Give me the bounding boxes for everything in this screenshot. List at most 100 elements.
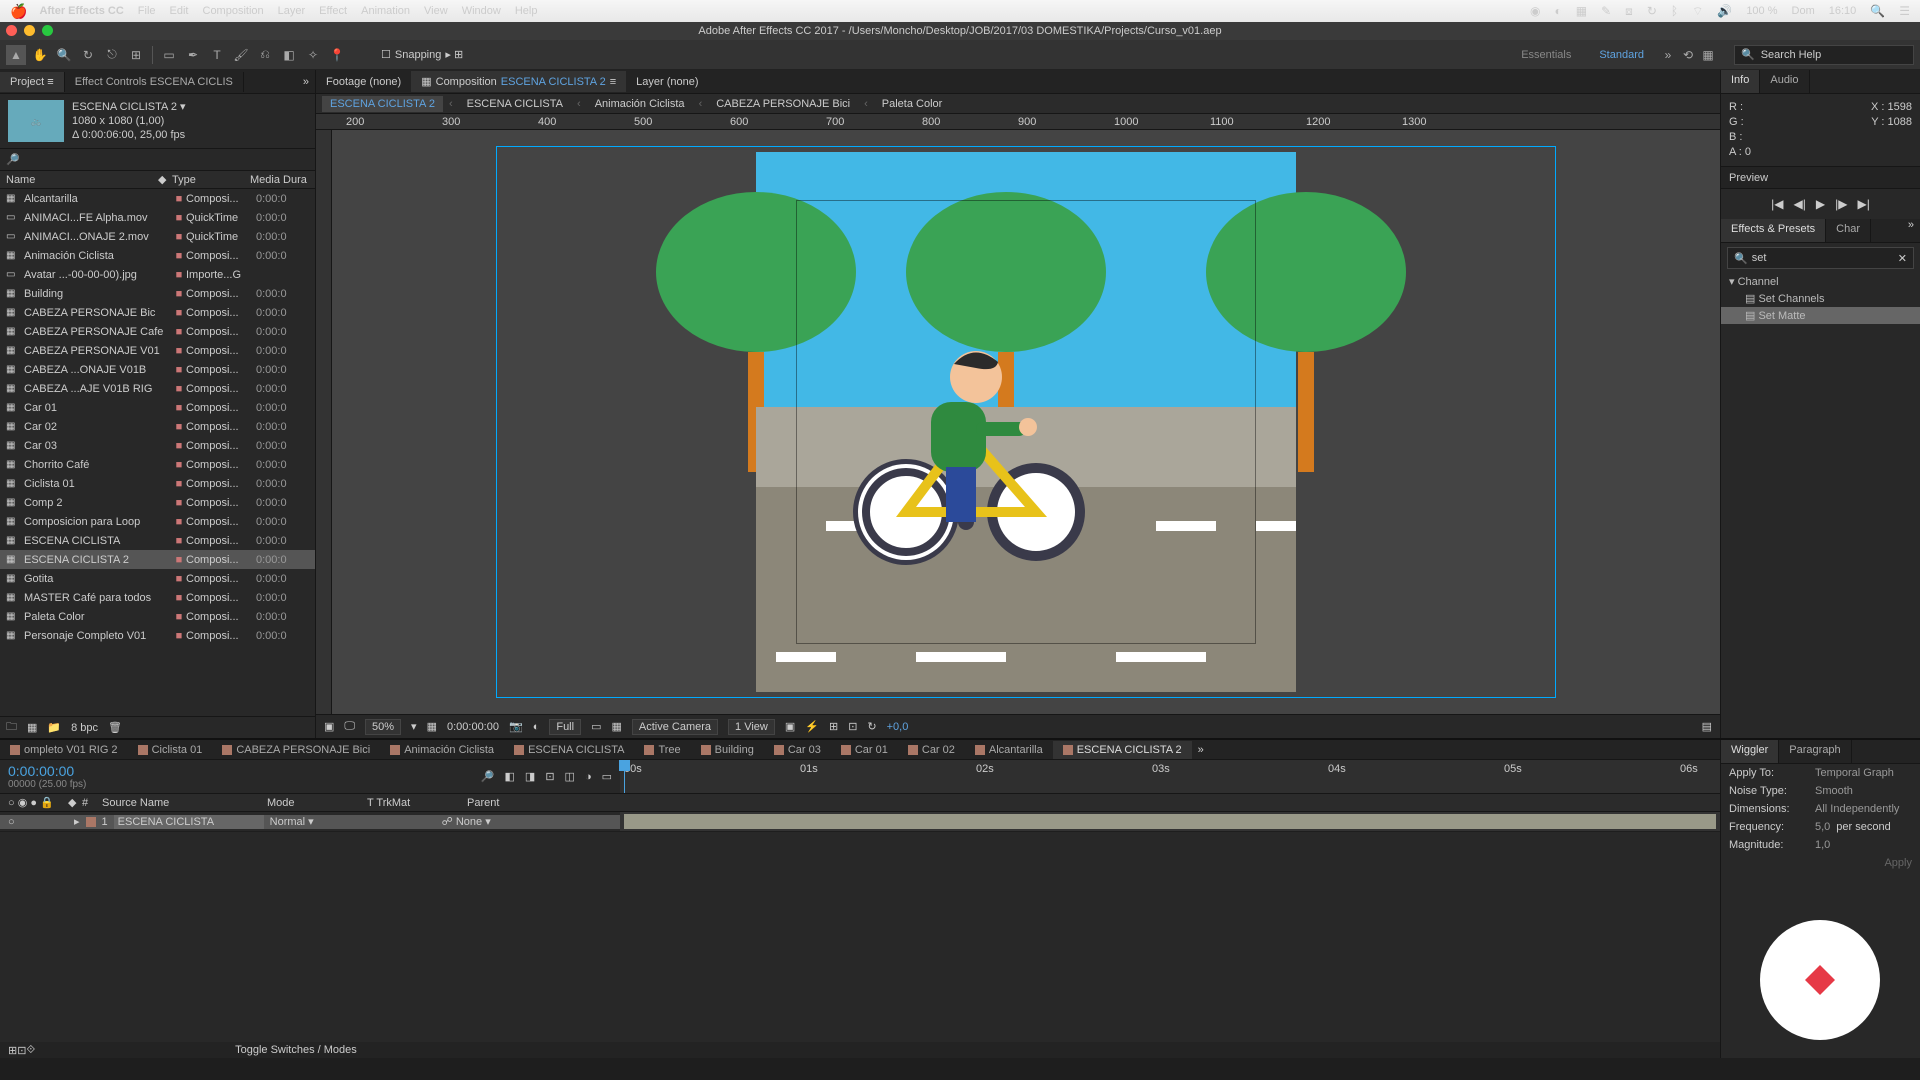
- timeline-tab-overflow-icon[interactable]: »: [1192, 744, 1210, 756]
- layer-bar[interactable]: [624, 814, 1716, 829]
- project-item[interactable]: ▦CABEZA PERSONAJE V01■Composi...0:00:0: [0, 341, 315, 360]
- menu-animation[interactable]: Animation: [361, 5, 410, 17]
- brush-tool[interactable]: 🖌: [231, 45, 251, 65]
- tl-switch2-icon[interactable]: ⊡: [17, 1044, 26, 1057]
- motion-blur-icon[interactable]: ◑: [585, 771, 592, 783]
- timeline-tab[interactable]: ESCENA CICLISTA: [504, 741, 634, 759]
- tl-opt1-icon[interactable]: ◧: [505, 770, 515, 783]
- preview-next-icon[interactable]: |▶: [1835, 197, 1847, 211]
- interpret-footage-icon[interactable]: 🗀: [6, 718, 17, 737]
- preview-first-icon[interactable]: |◀: [1771, 197, 1783, 211]
- workspace-essentials[interactable]: Essentials: [1507, 45, 1585, 65]
- col-name[interactable]: Name: [6, 174, 158, 186]
- breadcrumb-item[interactable]: ESCENA CICLISTA: [459, 96, 571, 112]
- bpc-button[interactable]: 8 bpc: [71, 722, 98, 734]
- graph-editor-icon[interactable]: ▭: [602, 770, 612, 783]
- timeline-playhead[interactable]: [624, 760, 625, 793]
- timeline-tab[interactable]: ompleto V01 RIG 2: [0, 741, 128, 759]
- project-item[interactable]: ▦CABEZA PERSONAJE Bic■Composi...0:00:0: [0, 303, 315, 322]
- layer-name[interactable]: ESCENA CICLISTA: [114, 815, 264, 829]
- new-comp-icon[interactable]: ▦: [27, 721, 37, 734]
- tl-switch1-icon[interactable]: ⊞: [8, 1044, 17, 1057]
- project-item[interactable]: ▦Gotita■Composi...0:00:0: [0, 569, 315, 588]
- snapshot-icon[interactable]: 📷: [509, 720, 523, 733]
- panel-overflow-icon[interactable]: »: [297, 76, 315, 88]
- toggle-switches[interactable]: Toggle Switches / Modes: [235, 1044, 357, 1056]
- frame-blend-icon[interactable]: ◫: [565, 770, 575, 783]
- menu-help[interactable]: Help: [515, 5, 538, 17]
- pan-behind-tool[interactable]: ⊞: [126, 45, 146, 65]
- tab-effects-presets[interactable]: Effects & Presets: [1721, 219, 1826, 242]
- project-item[interactable]: ▦Comp 2■Composi...0:00:0: [0, 493, 315, 512]
- menu-file[interactable]: File: [138, 5, 156, 17]
- workspace-standard[interactable]: Standard: [1585, 45, 1658, 65]
- preview-last-icon[interactable]: ▶|: [1857, 197, 1869, 211]
- camera-dropdown[interactable]: Active Camera: [632, 719, 718, 735]
- col-label-icon[interactable]: ◆: [158, 173, 172, 186]
- timeline-tab[interactable]: ESCENA CICLISTA 2: [1053, 741, 1192, 759]
- effects-list[interactable]: ▾ Channel▤ Set Channels▤ Set Matte: [1721, 273, 1920, 324]
- search-help-input[interactable]: 🔍 Search Help: [1734, 45, 1914, 65]
- project-item[interactable]: ▭Avatar ...-00-00-00).jpg■Importe...G: [0, 265, 315, 284]
- project-item[interactable]: ▦ESCENA CICLISTA 2■Composi...0:00:0: [0, 550, 315, 569]
- project-item[interactable]: ▦Chorrito Café■Composi...0:00:0: [0, 455, 315, 474]
- menu-layer[interactable]: Layer: [278, 5, 306, 17]
- current-time[interactable]: 0:00:00:00: [447, 721, 499, 733]
- project-item[interactable]: ▦Alcantarilla■Composi...0:00:0: [0, 189, 315, 208]
- new-folder-icon[interactable]: 📁: [47, 721, 61, 734]
- effect-item[interactable]: ▾ Channel: [1721, 273, 1920, 290]
- breadcrumb-item[interactable]: Animación Ciclista: [587, 96, 693, 112]
- app-name[interactable]: After Effects CC: [39, 5, 123, 17]
- project-item[interactable]: ▦ESCENA CICLISTA■Composi...0:00:0: [0, 531, 315, 550]
- shy-icon[interactable]: ⊡: [545, 770, 554, 783]
- pixel-aspect-icon[interactable]: ▣: [785, 720, 795, 733]
- timeline-icon[interactable]: ⊞: [829, 720, 838, 733]
- magnification-dropdown[interactable]: 50%: [365, 719, 401, 735]
- timeline-ruler[interactable]: 00s01s02s03s04s05s06s: [620, 760, 1720, 780]
- wiggler-apply-button[interactable]: Apply: [1884, 857, 1912, 869]
- workspace-overflow-icon[interactable]: »: [1658, 45, 1678, 65]
- eraser-tool[interactable]: ◧: [279, 45, 299, 65]
- transp-grid-icon[interactable]: ▦: [611, 720, 621, 733]
- display-icon[interactable]: 🖵: [344, 720, 355, 733]
- timeline-empty-area[interactable]: [0, 832, 1720, 1042]
- project-item[interactable]: ▦Personaje Completo V01■Composi...0:00:0: [0, 626, 315, 645]
- hand-tool[interactable]: ✋: [30, 45, 50, 65]
- timeline-timecode[interactable]: 0:00:00:00: [8, 763, 86, 779]
- timeline-tab[interactable]: Tree: [634, 741, 690, 759]
- project-list[interactable]: ▦Alcantarilla■Composi...0:00:0▭ANIMACI..…: [0, 189, 315, 716]
- clear-search-icon[interactable]: ✕: [1898, 252, 1907, 265]
- effects-search-input[interactable]: 🔍 set ✕: [1727, 247, 1914, 269]
- timeline-tab[interactable]: Car 01: [831, 741, 898, 759]
- rect-tool[interactable]: ▭: [159, 45, 179, 65]
- view-dropdown[interactable]: 1 View: [728, 719, 775, 735]
- tab-paragraph[interactable]: Paragraph: [1779, 740, 1851, 763]
- layer-parent[interactable]: ☍ None ▾: [442, 815, 491, 828]
- comp-flow-icon[interactable]: ⊡: [848, 720, 857, 733]
- project-item[interactable]: ▦Animación Ciclista■Composi...0:00:0: [0, 246, 315, 265]
- pen-tool[interactable]: ✒: [183, 45, 203, 65]
- tab-wiggler[interactable]: Wiggler: [1721, 740, 1779, 763]
- tab-info[interactable]: Info: [1721, 70, 1760, 93]
- effect-item[interactable]: ▤ Set Channels: [1721, 290, 1920, 307]
- project-item[interactable]: ▦CABEZA ...ONAJE V01B■Composi...0:00:0: [0, 360, 315, 379]
- mag-menu-icon[interactable]: ▾: [411, 720, 417, 733]
- snapping-opts-icon[interactable]: ▸ ⊞: [445, 48, 463, 61]
- selection-tool[interactable]: ▲: [6, 45, 26, 65]
- tab-audio[interactable]: Audio: [1760, 70, 1809, 93]
- layer-color-label[interactable]: [86, 817, 96, 827]
- fast-preview-icon[interactable]: ⚡: [805, 720, 819, 733]
- window-zoom-button[interactable]: [42, 25, 53, 36]
- timeline-tabs[interactable]: ompleto V01 RIG 2Ciclista 01CABEZA PERSO…: [0, 740, 1720, 760]
- preview-panel-title[interactable]: Preview: [1721, 167, 1920, 189]
- zoom-tool[interactable]: 🔍: [54, 45, 74, 65]
- project-item[interactable]: ▦CABEZA ...AJE V01B RIG■Composi...0:00:0: [0, 379, 315, 398]
- tab-character[interactable]: Char: [1826, 219, 1871, 242]
- project-item[interactable]: ▦CABEZA PERSONAJE Cafe■Composi...0:00:0: [0, 322, 315, 341]
- menu-edit[interactable]: Edit: [170, 5, 189, 17]
- timeline-tab[interactable]: Car 03: [764, 741, 831, 759]
- camera-tool[interactable]: ⎋: [102, 45, 122, 65]
- preview-prev-icon[interactable]: ◀|: [1794, 197, 1806, 211]
- reset-exp-icon[interactable]: ↻: [867, 720, 876, 733]
- timeline-tab[interactable]: Car 02: [898, 741, 965, 759]
